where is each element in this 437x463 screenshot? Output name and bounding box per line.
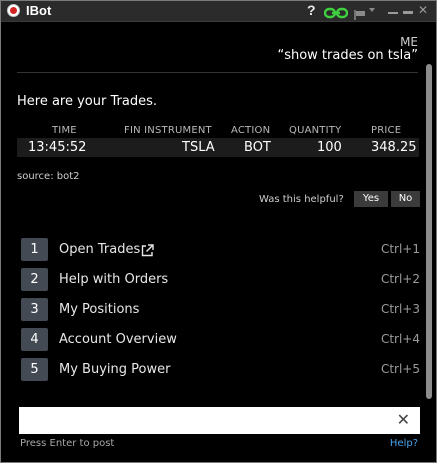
external-link-icon [141,242,154,261]
maximize-icon[interactable] [403,11,413,14]
window-title: IBot [26,3,52,18]
menu-label: My Buying Power [59,362,171,377]
menu-number: 2 [21,268,48,291]
menu-label: Account Overview [59,332,177,347]
menu-number: 1 [21,238,48,261]
user-label: ME [400,35,418,49]
trade-price: 348.25 [371,140,417,155]
flag-icon[interactable] [354,5,366,24]
column-header-quantity: QUANTITY [289,125,342,136]
menu-item-my-buying-power[interactable]: 5 My Buying Power Ctrl+5 [19,358,421,382]
column-header-action: ACTION [231,125,271,136]
close-icon[interactable]: ✕ [418,4,428,16]
feedback-yes-button[interactable]: Yes [354,191,388,207]
reply-title: Here are your Trades. [17,94,157,109]
menu-item-account-overview[interactable]: 4 Account Overview Ctrl+4 [19,328,421,352]
help-link[interactable]: Help? [390,438,418,449]
clear-icon[interactable]: ✕ [397,410,410,430]
feedback-question: Was this helpful? [259,194,344,205]
input-hint: Press Enter to post [20,438,115,449]
menu-label: My Positions [59,302,140,317]
trade-action: BOT [244,140,271,155]
trade-time: 13:45:52 [28,140,87,155]
source-label: source: bot2 [17,171,80,182]
column-header-time: TIME [52,125,77,136]
scrollbar[interactable] [426,64,432,399]
menu-label: Help with Orders [59,272,169,287]
help-icon[interactable]: ? [307,2,316,18]
dropdown-icon[interactable] [369,8,375,12]
menu-shortcut: Ctrl+1 [380,242,420,256]
app-logo-icon [7,4,20,17]
message-input-box[interactable]: ✕ [19,407,420,434]
column-header-instrument: FIN INSTRUMENT [124,125,212,136]
message-input[interactable] [24,410,384,430]
column-header-price: PRICE [371,125,402,136]
menu-number: 3 [21,298,48,321]
menu-shortcut: Ctrl+3 [380,302,420,316]
table-row[interactable]: 13:45:52 TSLA BOT 100 348.25 [17,138,419,157]
menu-shortcut: Ctrl+4 [380,332,420,346]
menu-number: 4 [21,328,48,351]
trade-quantity: 100 [317,140,342,155]
menu-number: 5 [21,358,48,381]
menu-shortcut: Ctrl+2 [380,272,420,286]
menu-shortcut: Ctrl+5 [380,362,420,376]
link-icon[interactable] [323,4,349,23]
feedback-no-button[interactable]: No [391,191,420,207]
trades-table-header: TIME FIN INSTRUMENT ACTION QUANTITY PRIC… [17,125,419,137]
user-message: “show trades on tsla” [277,48,418,63]
menu-item-help-with-orders[interactable]: 2 Help with Orders Ctrl+2 [19,268,421,292]
menu-item-open-trades[interactable]: 1 Open Trades Ctrl+1 [19,238,421,262]
trade-instrument: TSLA [182,140,215,155]
menu-label: Open Trades [59,242,141,257]
minimize-icon[interactable] [388,12,398,14]
title-bar: IBot ? ✕ [1,1,436,22]
ibot-window: IBot ? ✕ ME “show trades on tsla” Here a… [0,0,437,463]
menu-item-my-positions[interactable]: 3 My Positions Ctrl+3 [19,298,421,322]
divider [17,72,418,73]
